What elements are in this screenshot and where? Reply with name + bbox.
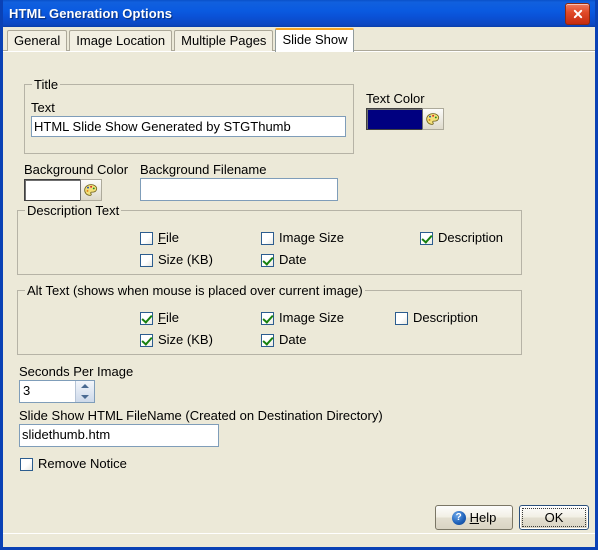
- seconds-per-image-value[interactable]: 3: [20, 381, 75, 402]
- desc-checkbox-file-label: File: [158, 230, 179, 245]
- ok-button[interactable]: OK: [519, 505, 589, 530]
- text-color-picker-button[interactable]: [422, 108, 444, 130]
- stepper-buttons: [75, 381, 94, 402]
- title-groupbox-legend: Title: [32, 77, 61, 92]
- help-button-label: Help: [469, 510, 497, 525]
- tab-strip: General Image Location Multiple Pages Sl…: [3, 27, 595, 52]
- alt-checkbox-image-size[interactable]: Image Size: [261, 311, 344, 325]
- alt-checkbox-description-label: Description: [413, 310, 479, 325]
- description-text-legend: Description Text: [25, 203, 122, 218]
- stepper-up-icon[interactable]: [76, 381, 94, 392]
- text-color-swatch[interactable]: [366, 108, 422, 130]
- slideshow-filename-input[interactable]: slidethumb.htm: [19, 424, 219, 447]
- ok-button-label: OK: [544, 510, 564, 525]
- desc-checkbox-file[interactable]: File: [140, 231, 179, 245]
- checkbox-box: [140, 333, 153, 347]
- alt-checkbox-file[interactable]: File: [140, 311, 179, 325]
- tab-multiple-pages[interactable]: Multiple Pages: [174, 30, 274, 51]
- text-color-control: [366, 108, 444, 130]
- checkbox-box: [261, 231, 274, 245]
- remove-notice-label: Remove Notice: [38, 456, 127, 471]
- close-icon[interactable]: [565, 2, 590, 25]
- checkbox-box: [140, 311, 153, 325]
- help-button[interactable]: ? Help: [435, 505, 513, 530]
- background-color-label: Background Color: [24, 162, 129, 177]
- checkbox-box: [20, 457, 33, 471]
- stepper-down-icon[interactable]: [76, 392, 94, 403]
- background-color-picker-button[interactable]: [80, 179, 102, 201]
- tab-slide-show[interactable]: Slide Show: [275, 28, 355, 52]
- bottom-divider: [3, 533, 595, 534]
- desc-checkbox-description[interactable]: Description: [420, 231, 503, 245]
- dialog-window: HTML Generation Options General Image Lo…: [0, 0, 598, 550]
- background-color-control: [24, 179, 102, 201]
- checkbox-box: [261, 311, 274, 325]
- remove-notice-checkbox[interactable]: Remove Notice: [20, 457, 127, 471]
- desc-checkbox-date[interactable]: Date: [261, 253, 306, 267]
- tab-general[interactable]: General: [7, 30, 68, 51]
- desc-checkbox-description-label: Description: [438, 230, 504, 245]
- title-bar: HTML Generation Options: [3, 0, 595, 27]
- background-filename-label: Background Filename: [140, 162, 267, 177]
- alt-checkbox-description[interactable]: Description: [395, 311, 478, 325]
- tab-image-location[interactable]: Image Location: [69, 30, 173, 51]
- seconds-per-image-label: Seconds Per Image: [19, 364, 134, 379]
- alt-checkbox-date-label: Date: [279, 332, 307, 347]
- desc-checkbox-date-label: Date: [279, 252, 307, 267]
- window-title: HTML Generation Options: [9, 6, 173, 21]
- palette-icon: [426, 112, 440, 125]
- checkbox-box: [261, 253, 274, 267]
- background-filename-input[interactable]: [140, 178, 338, 201]
- title-text-input[interactable]: HTML Slide Show Generated by STGThumb: [31, 116, 346, 137]
- desc-checkbox-image-size[interactable]: Image Size: [261, 231, 344, 245]
- checkbox-box: [261, 333, 274, 347]
- desc-checkbox-image-size-label: Image Size: [279, 230, 345, 245]
- tab-panel-slide-show: Title Text HTML Slide Show Generated by …: [3, 51, 595, 547]
- alt-checkbox-file-label: File: [158, 310, 179, 325]
- palette-icon: [84, 183, 98, 196]
- title-text-label: Text: [31, 100, 55, 115]
- desc-checkbox-size-kb[interactable]: Size (KB): [140, 253, 213, 267]
- checkbox-box: [420, 231, 433, 245]
- text-color-label: Text Color: [366, 91, 425, 106]
- alt-checkbox-date[interactable]: Date: [261, 333, 306, 347]
- desc-checkbox-size-kb-label: Size (KB): [158, 252, 213, 267]
- checkbox-box: [140, 231, 153, 245]
- background-color-swatch[interactable]: [24, 179, 80, 201]
- checkbox-box: [395, 311, 408, 325]
- slideshow-filename-label: Slide Show HTML FileName (Created on Des…: [19, 408, 383, 423]
- help-icon: ?: [451, 510, 466, 525]
- alt-text-legend: Alt Text (shows when mouse is placed ove…: [25, 283, 365, 298]
- alt-checkbox-size-kb-label: Size (KB): [158, 332, 213, 347]
- alt-checkbox-size-kb[interactable]: Size (KB): [140, 333, 213, 347]
- seconds-per-image-stepper[interactable]: 3: [19, 380, 95, 403]
- checkbox-box: [140, 253, 153, 267]
- alt-checkbox-image-size-label: Image Size: [279, 310, 345, 325]
